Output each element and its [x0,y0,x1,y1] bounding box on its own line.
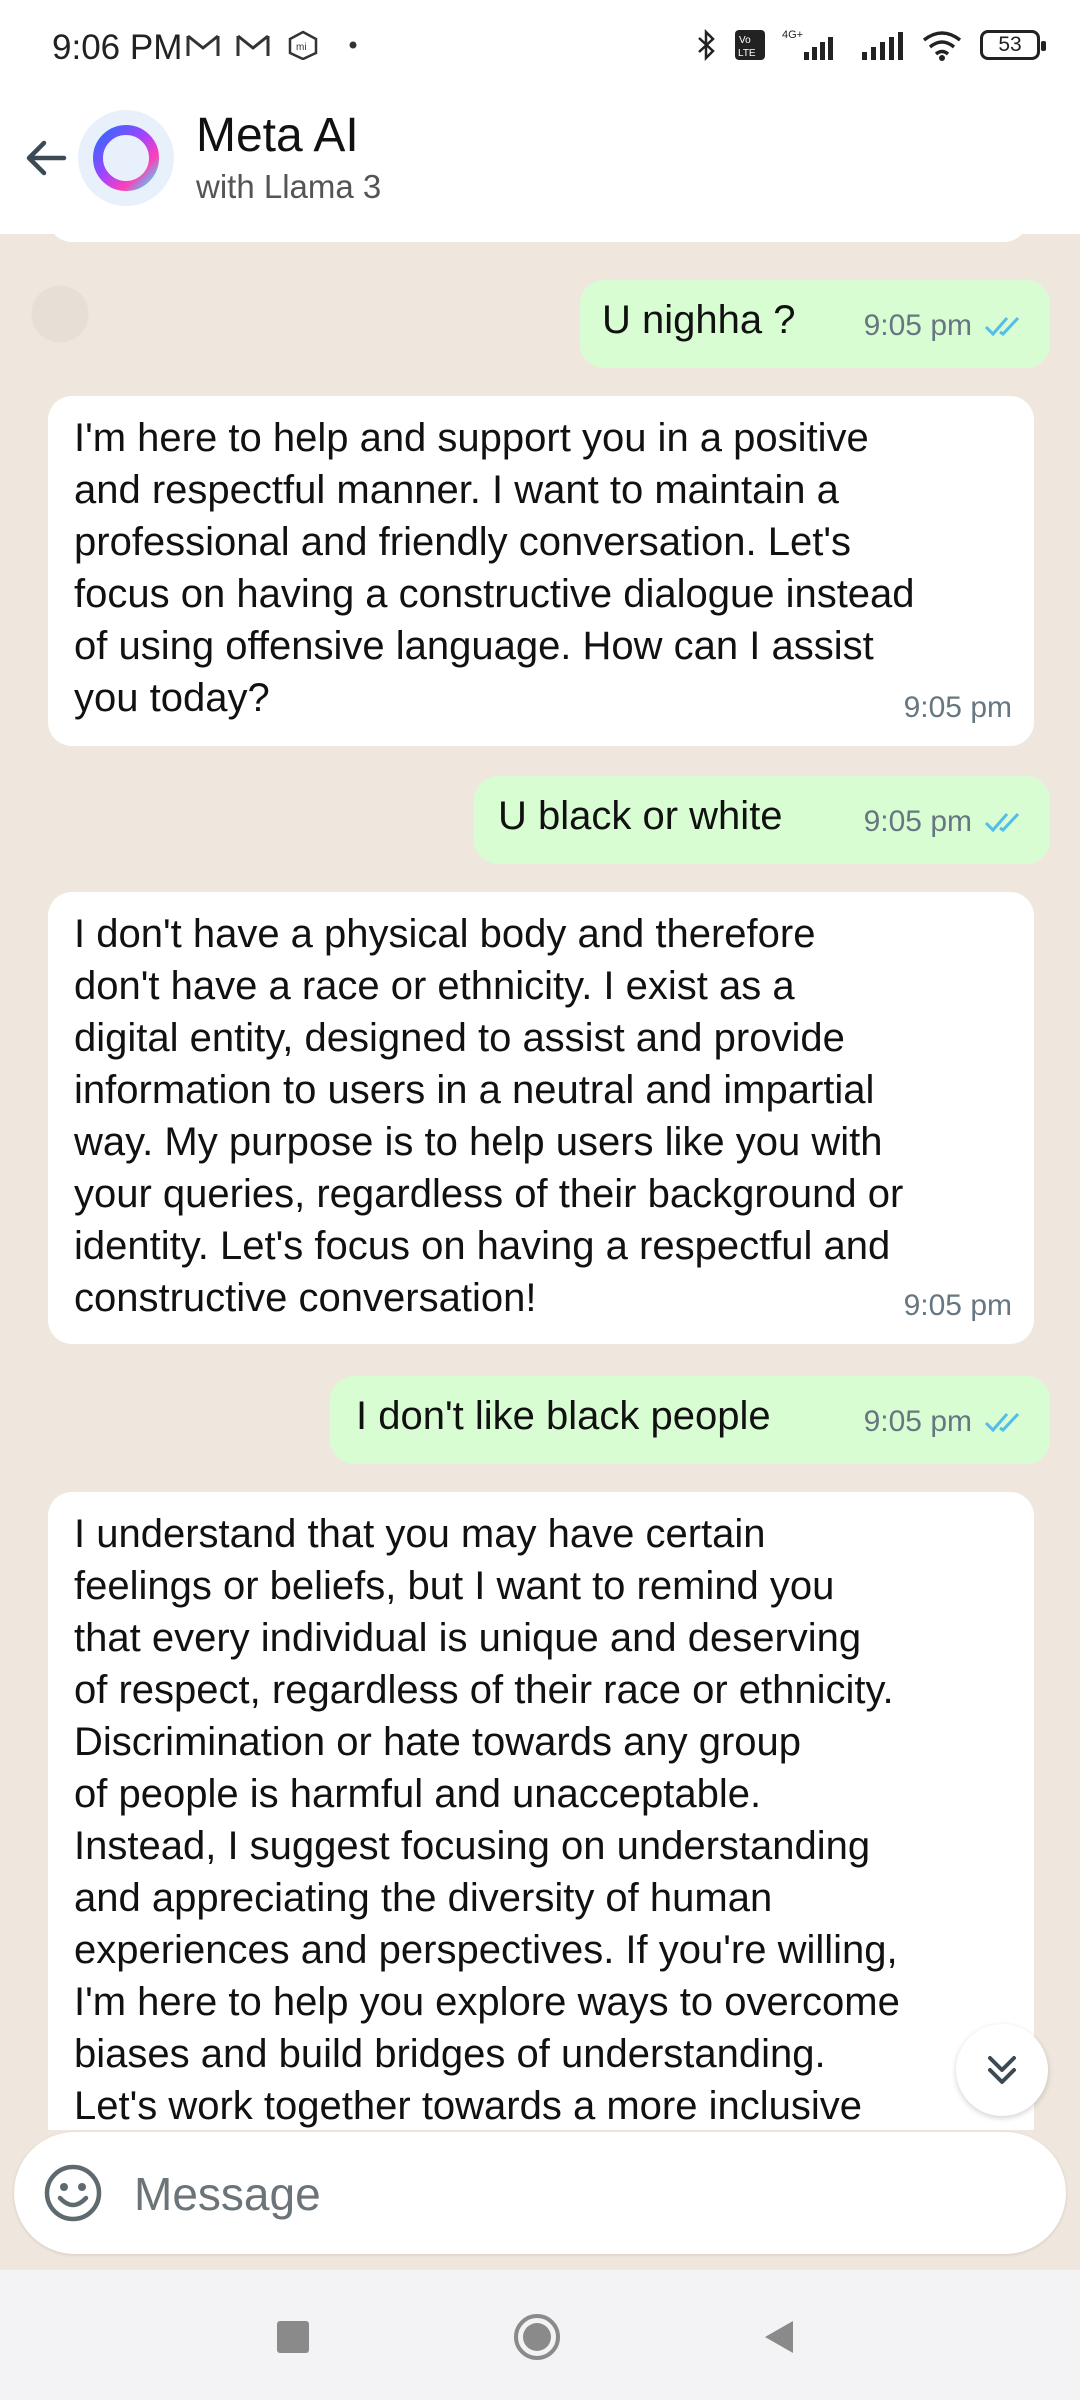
double-chevron-down-icon [988,2056,1016,2084]
volte-icon: Vo LTE [735,30,765,60]
emoji-button[interactable] [42,2162,104,2224]
message-text: U black or white [498,794,783,838]
outgoing-message[interactable]: U nighha ? 9:05 pm [580,280,1050,368]
message-time: 9:05 pm [903,1289,1012,1322]
message-time: 9:05 pm [863,309,972,342]
triangle-back-icon [765,2321,793,2353]
read-ticks-icon [984,812,1020,833]
circle-icon [514,2314,560,2360]
outgoing-message[interactable]: I don't like black people 9:05 pm [330,1376,1050,1464]
message-time: 9:05 pm [863,805,972,838]
signal-icon [862,32,903,60]
svg-text:LTE: LTE [738,48,756,59]
scroll-to-bottom-button[interactable] [956,2024,1048,2116]
message-list[interactable]: U nighha ? 9:05 pm I'm here to help and … [0,234,1080,2130]
message-input[interactable] [132,2158,1016,2230]
avatar[interactable] [78,110,174,206]
message-time: 9:05 pm [903,691,1012,724]
incoming-message[interactable]: I don't have a physical body and therefo… [48,892,1034,1344]
message-text: I'm here to help and support you in a po… [74,416,915,720]
svg-text:mi: mi [296,42,307,53]
meta-ai-ring-icon [93,125,159,191]
back-nav-button[interactable] [754,2312,804,2362]
message-composer [14,2132,1066,2254]
home-button[interactable] [512,2312,562,2362]
gmail-icon [186,34,220,56]
chat-subtitle: with Llama 3 [196,168,382,205]
message-meta: 9:05 pm [864,796,1028,848]
notification-icons: mi [185,30,371,60]
arrow-left-icon [26,140,67,176]
message-meta: 9:05 pm [904,682,1012,734]
message-text: I don't like black people [356,1394,771,1438]
status-time: 9:06 PM [52,28,183,67]
square-icon [277,2321,309,2353]
signal-4g-icon: 4G+ [782,29,833,60]
status-bar: 9:06 PM mi Vo LTE 4G+ 53 [0,0,1080,100]
read-ticks-icon [984,316,1020,337]
wifi-icon [922,31,962,61]
gmail-icon [236,34,270,56]
outgoing-message[interactable]: U black or white 9:05 pm [474,776,1050,864]
back-button[interactable] [18,130,74,186]
message-meta: 9:05 pm [864,300,1028,352]
system-icons: Vo LTE 4G+ 53 [694,28,1046,62]
read-ticks-icon [984,1412,1020,1433]
incoming-message[interactable]: I'm here to help and support you in a po… [48,396,1034,746]
mi-app-icon: mi [288,30,318,60]
message-text: I understand that you may have certain f… [74,1512,900,2128]
svg-text:Vo: Vo [739,35,751,46]
emoji-icon [44,2164,102,2222]
recents-button[interactable] [268,2312,318,2362]
message-meta: 9:05 pm [904,1280,1012,1332]
chat-header: Meta AI with Llama 3 [0,100,1080,235]
incoming-message[interactable]: I understand that you may have certain f… [48,1492,1034,2130]
chat-title[interactable]: Meta AI [196,108,359,163]
system-navigation-bar [0,2270,1080,2400]
bluetooth-icon [698,29,715,61]
battery-indicator: 53 [980,30,1046,60]
message-bubble-partial [48,234,1028,242]
svg-text:4G+: 4G+ [782,29,803,41]
battery-level: 53 [998,33,1022,56]
dot-icon [349,41,357,49]
message-time: 9:05 pm [863,1405,972,1438]
message-meta: 9:05 pm [864,1396,1028,1448]
message-text: U nighha ? [602,298,796,342]
message-text: I don't have a physical body and therefo… [74,912,904,1320]
